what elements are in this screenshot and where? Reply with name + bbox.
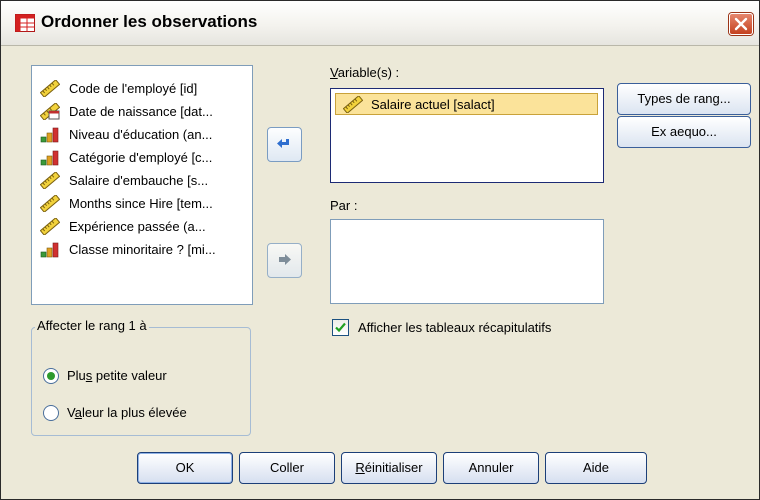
close-button[interactable]	[729, 13, 753, 35]
paste-button[interactable]: Coller	[239, 452, 335, 484]
source-variable-label: Expérience passée (a...	[69, 219, 206, 234]
title-bar[interactable]: Ordonner les observations	[1, 1, 759, 46]
source-variable-label: Date de naissance [dat...	[69, 104, 213, 119]
source-variable-item[interactable]: Classe minoritaire ? [mi...	[32, 238, 252, 261]
source-variable-list[interactable]: Code de l'employé [id] Date de naissance …	[31, 65, 253, 305]
source-variable-label: Salaire d'embauche [s...	[69, 173, 209, 188]
close-icon	[734, 17, 748, 31]
ordinal-bar-icon	[40, 127, 59, 143]
date-scale-icon	[40, 103, 60, 120]
largest-value-radio[interactable]	[43, 405, 59, 421]
checkmark-icon	[335, 322, 346, 333]
source-variable-item[interactable]: Months since Hire [tem...	[32, 192, 252, 215]
source-variable-item[interactable]: Salaire d'embauche [s...	[32, 169, 252, 192]
move-to-par-button[interactable]	[267, 243, 302, 278]
variables-label: Variable(s) :	[330, 65, 400, 80]
selected-variable-label: Salaire actuel [salact]	[371, 97, 495, 112]
ok-button[interactable]: OK	[137, 452, 233, 484]
scale-icon	[40, 80, 60, 97]
summary-tables-label: Afficher les tableaux récapitulatifs	[358, 320, 552, 335]
source-variable-label: Catégorie d'employé [c...	[69, 150, 213, 165]
scale-icon	[343, 96, 363, 113]
scale-icon	[40, 195, 60, 212]
source-variable-label: Niveau d'éducation (an...	[69, 127, 213, 142]
ordinal-bar-icon	[40, 242, 59, 258]
dialog-window: Ordonner les observations Code de l'empl…	[0, 0, 760, 500]
window-title: Ordonner les observations	[41, 12, 258, 31]
scale-icon	[40, 218, 60, 235]
source-variable-label: Code de l'employé [id]	[69, 81, 198, 96]
smallest-value-label: Plus petite valeur	[67, 368, 167, 383]
scale-icon	[40, 172, 60, 189]
ordinal-bar-icon	[40, 150, 59, 166]
source-variable-item[interactable]: Catégorie d'employé [c...	[32, 146, 252, 169]
summary-tables-checkbox[interactable]	[332, 319, 349, 336]
variables-target-list[interactable]: Salaire actuel [salact]	[330, 88, 604, 183]
source-variable-item[interactable]: Niveau d'éducation (an...	[32, 123, 252, 146]
move-to-variables-button[interactable]	[267, 127, 302, 162]
source-variable-item[interactable]: Expérience passée (a...	[32, 215, 252, 238]
ties-button[interactable]: Ex aequo...	[617, 116, 751, 148]
source-variable-item[interactable]: Date de naissance [dat...	[32, 100, 252, 123]
arrow-right-icon	[279, 254, 291, 265]
table-app-icon	[15, 14, 35, 32]
largest-value-label: Valeur la plus élevée	[67, 405, 187, 420]
arrow-left-icon	[277, 139, 289, 148]
source-variable-label: Months since Hire [tem...	[69, 196, 213, 211]
par-label: Par :	[330, 198, 358, 213]
source-variable-item[interactable]: Code de l'employé [id]	[32, 77, 252, 100]
rank-types-button[interactable]: Types de rang...	[617, 83, 751, 115]
cancel-button[interactable]: Annuler	[443, 452, 539, 484]
help-button[interactable]: Aide	[545, 452, 647, 484]
par-target-list[interactable]	[330, 219, 604, 304]
smallest-value-radio[interactable]	[43, 368, 59, 384]
reset-button[interactable]: Réinitialiser	[341, 452, 437, 484]
source-variable-label: Classe minoritaire ? [mi...	[69, 242, 216, 257]
selected-variable-item[interactable]: Salaire actuel [salact]	[335, 93, 598, 115]
rank-group-legend: Affecter le rang 1 à	[35, 318, 149, 333]
